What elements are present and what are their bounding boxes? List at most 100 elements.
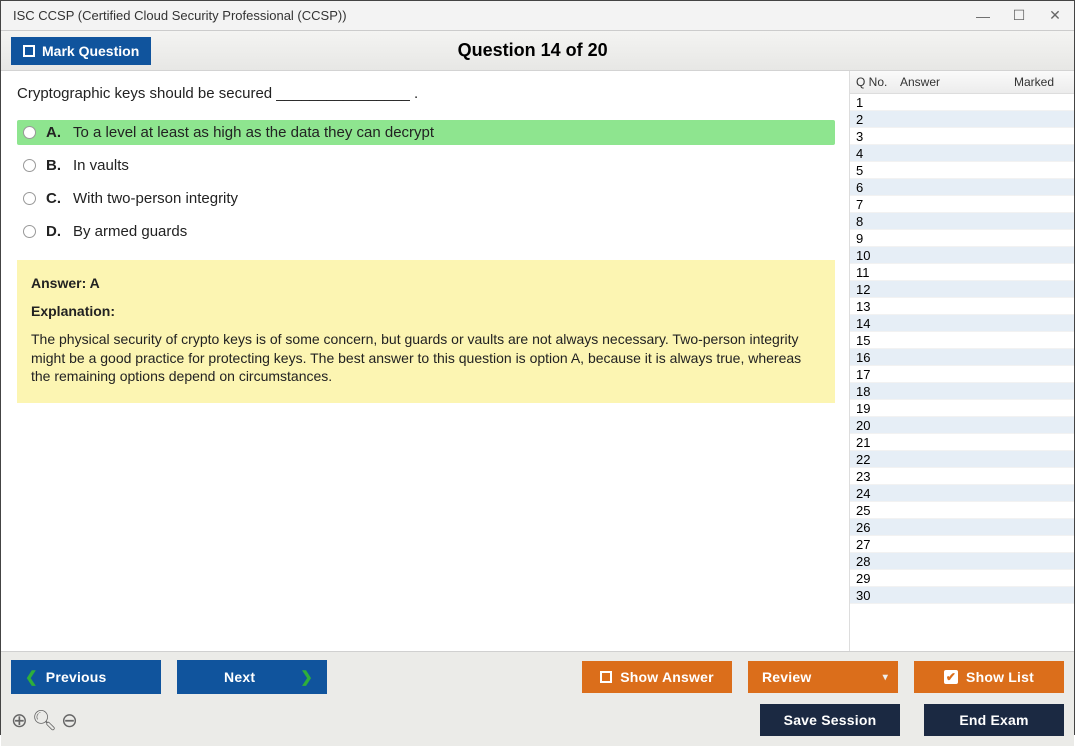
question-list-row[interactable]: 30 xyxy=(850,587,1074,604)
question-list-row[interactable]: 13 xyxy=(850,298,1074,315)
list-answer xyxy=(900,417,1014,433)
review-label: Review xyxy=(762,669,811,685)
question-list-row[interactable]: 23 xyxy=(850,468,1074,485)
question-list-row[interactable]: 21 xyxy=(850,434,1074,451)
list-answer xyxy=(900,230,1014,246)
list-marked xyxy=(1014,400,1068,416)
show-list-button[interactable]: ✔ Show List xyxy=(914,661,1064,693)
list-marked xyxy=(1014,383,1068,399)
question-list-row[interactable]: 10 xyxy=(850,247,1074,264)
question-list-row[interactable]: 14 xyxy=(850,315,1074,332)
end-exam-button[interactable]: End Exam xyxy=(924,704,1064,736)
list-answer xyxy=(900,468,1014,484)
list-answer xyxy=(900,400,1014,416)
window-controls: — ☐ ✕ xyxy=(976,7,1062,24)
question-list-row[interactable]: 20 xyxy=(850,417,1074,434)
question-list-row[interactable]: 15 xyxy=(850,332,1074,349)
next-button[interactable]: Next ❯ xyxy=(177,660,327,694)
list-answer xyxy=(900,298,1014,314)
list-marked xyxy=(1014,485,1068,501)
list-answer xyxy=(900,519,1014,535)
list-answer xyxy=(900,196,1014,212)
question-list-row[interactable]: 7 xyxy=(850,196,1074,213)
list-answer xyxy=(900,94,1014,110)
list-answer xyxy=(900,145,1014,161)
radio-icon[interactable] xyxy=(23,159,36,172)
list-answer xyxy=(900,536,1014,552)
list-qno: 17 xyxy=(856,366,900,382)
maximize-icon[interactable]: ☐ xyxy=(1012,7,1026,24)
question-list-row[interactable]: 12 xyxy=(850,281,1074,298)
list-answer xyxy=(900,111,1014,127)
list-marked xyxy=(1014,179,1068,195)
list-answer xyxy=(900,281,1014,297)
minimize-icon[interactable]: — xyxy=(976,8,990,24)
list-qno: 5 xyxy=(856,162,900,178)
question-list-row[interactable]: 27 xyxy=(850,536,1074,553)
question-list-row[interactable]: 25 xyxy=(850,502,1074,519)
show-answer-button[interactable]: Show Answer xyxy=(582,661,732,693)
option-b[interactable]: B. In vaults xyxy=(17,153,835,178)
list-qno: 30 xyxy=(856,587,900,603)
radio-icon[interactable] xyxy=(23,126,36,139)
previous-button[interactable]: ❮ Previous xyxy=(11,660,161,694)
list-qno: 18 xyxy=(856,383,900,399)
save-session-label: Save Session xyxy=(784,712,877,728)
question-list-row[interactable]: 26 xyxy=(850,519,1074,536)
chevron-left-icon: ❮ xyxy=(25,668,38,686)
chevron-right-icon: ❯ xyxy=(300,668,313,686)
list-marked xyxy=(1014,145,1068,161)
close-icon[interactable]: ✕ xyxy=(1048,7,1062,24)
list-qno: 8 xyxy=(856,213,900,229)
question-list-scroll[interactable]: 1234567891011121314151617181920212223242… xyxy=(850,94,1074,651)
question-list-row[interactable]: 4 xyxy=(850,145,1074,162)
question-list-row[interactable]: 11 xyxy=(850,264,1074,281)
option-d[interactable]: D. By armed guards xyxy=(17,219,835,244)
question-list-row[interactable]: 9 xyxy=(850,230,1074,247)
question-list-row[interactable]: 19 xyxy=(850,400,1074,417)
question-list-row[interactable]: 2 xyxy=(850,111,1074,128)
list-qno: 10 xyxy=(856,247,900,263)
radio-icon[interactable] xyxy=(23,192,36,205)
review-dropdown-button[interactable]: Review ▾ xyxy=(748,661,898,693)
question-list-row[interactable]: 17 xyxy=(850,366,1074,383)
option-letter: C. xyxy=(46,190,61,207)
title-bar: ISC CCSP (Certified Cloud Security Profe… xyxy=(1,1,1074,31)
save-session-button[interactable]: Save Session xyxy=(760,704,900,736)
footer-row-1: ❮ Previous Next ❯ Show Answer Review ▾ ✔… xyxy=(11,660,1064,694)
question-list-row[interactable]: 16 xyxy=(850,349,1074,366)
zoom-out-icon[interactable]: ⊖ xyxy=(61,708,78,733)
option-a[interactable]: A. To a level at least as high as the da… xyxy=(17,120,835,145)
zoom-in-icon[interactable]: 🔍︎ xyxy=(32,708,57,733)
mark-question-button[interactable]: Mark Question xyxy=(11,37,151,65)
list-answer xyxy=(900,247,1014,263)
list-answer xyxy=(900,128,1014,144)
question-list-row[interactable]: 29 xyxy=(850,570,1074,587)
list-marked xyxy=(1014,332,1068,348)
list-answer xyxy=(900,383,1014,399)
question-list-row[interactable]: 1 xyxy=(850,94,1074,111)
list-marked xyxy=(1014,468,1068,484)
question-list-row[interactable]: 18 xyxy=(850,383,1074,400)
list-answer xyxy=(900,179,1014,195)
option-c[interactable]: C. With two-person integrity xyxy=(17,186,835,211)
list-marked xyxy=(1014,281,1068,297)
question-list-row[interactable]: 5 xyxy=(850,162,1074,179)
radio-icon[interactable] xyxy=(23,225,36,238)
list-qno: 29 xyxy=(856,570,900,586)
list-marked xyxy=(1014,519,1068,535)
list-qno: 4 xyxy=(856,145,900,161)
list-qno: 26 xyxy=(856,519,900,535)
question-list-row[interactable]: 6 xyxy=(850,179,1074,196)
question-list-row[interactable]: 3 xyxy=(850,128,1074,145)
answer-explanation-box: Answer: A Explanation: The physical secu… xyxy=(17,260,835,403)
main-area: Cryptographic keys should be secured ___… xyxy=(1,71,1074,651)
zoom-reset-icon[interactable]: ⊕ xyxy=(11,708,28,733)
question-list-row[interactable]: 8 xyxy=(850,213,1074,230)
question-list-row[interactable]: 24 xyxy=(850,485,1074,502)
question-list-row[interactable]: 28 xyxy=(850,553,1074,570)
question-list-row[interactable]: 22 xyxy=(850,451,1074,468)
list-marked xyxy=(1014,247,1068,263)
list-marked xyxy=(1014,196,1068,212)
list-marked xyxy=(1014,434,1068,450)
